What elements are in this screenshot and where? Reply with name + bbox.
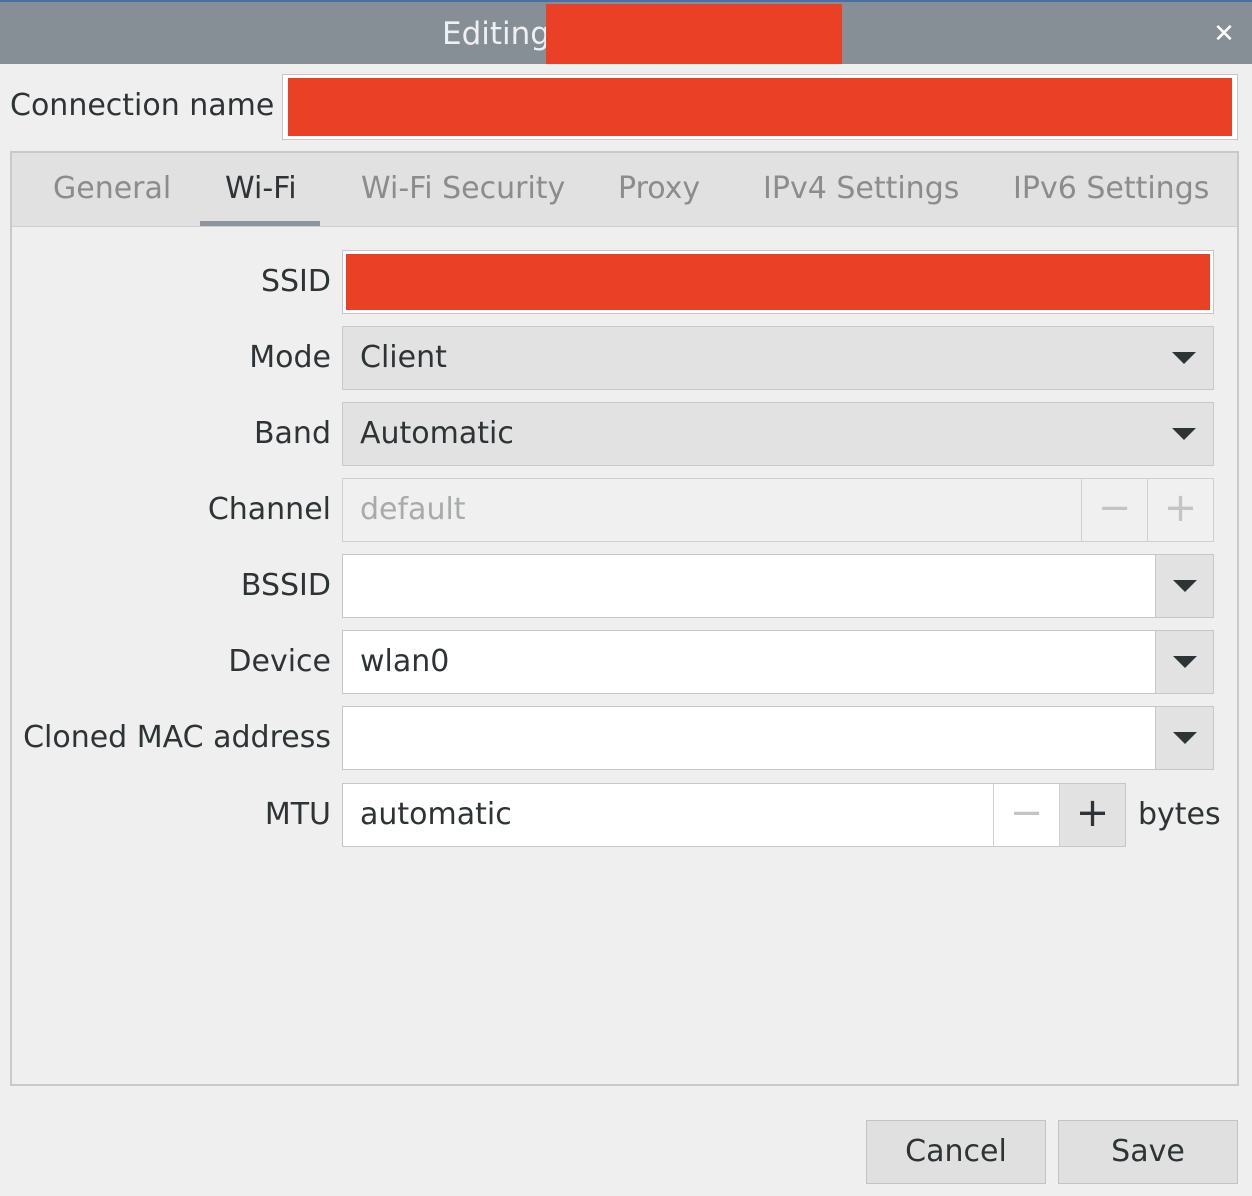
chevron-down-icon: [1173, 580, 1197, 592]
channel-spinner: default − +: [342, 478, 1214, 542]
chevron-down-icon: [1173, 732, 1197, 744]
tab-ipv6-settings[interactable]: IPv6 Settings: [1013, 171, 1209, 206]
mtu-spinner[interactable]: automatic − +: [342, 783, 1126, 847]
save-button[interactable]: Save: [1058, 1120, 1238, 1184]
device-combo-input[interactable]: wlan0: [342, 630, 1214, 694]
bssid-label: BSSID: [240, 568, 331, 603]
bssid-combo-input[interactable]: [342, 554, 1214, 618]
connection-name-label: Connection name: [10, 88, 275, 123]
chevron-down-icon: [1172, 428, 1196, 440]
device-label: Device: [228, 644, 331, 679]
ssid-label: SSID: [260, 264, 331, 299]
redacted-connection-name: [288, 78, 1232, 136]
band-value: Automatic: [360, 416, 514, 451]
tab-general[interactable]: General: [53, 171, 171, 206]
mtu-unit-label: bytes: [1138, 797, 1221, 832]
cloned-mac-combo-input[interactable]: [342, 706, 1214, 770]
mtu-increment-button[interactable]: +: [1059, 784, 1125, 846]
chevron-down-icon: [1173, 656, 1197, 668]
tab-wifi-security[interactable]: Wi-Fi Security: [361, 171, 565, 206]
mode-value: Client: [360, 340, 447, 375]
chevron-down-icon: [1172, 352, 1196, 364]
tab-wifi[interactable]: Wi-Fi: [225, 171, 297, 206]
connection-name-input[interactable]: [282, 74, 1238, 140]
redacted-ssid: [346, 254, 1210, 310]
mode-dropdown[interactable]: Client: [342, 326, 1214, 390]
tab-ipv4-settings[interactable]: IPv4 Settings: [763, 171, 959, 206]
band-label: Band: [253, 416, 331, 451]
mtu-decrement-button[interactable]: −: [993, 784, 1059, 846]
title-bar: Editing ✕: [0, 0, 1252, 64]
tab-bar: General Wi-Fi Wi-Fi Security Proxy IPv4 …: [12, 153, 1237, 227]
device-dropdown-button[interactable]: [1155, 631, 1213, 693]
channel-label: Channel: [207, 492, 331, 527]
mode-label: Mode: [249, 340, 331, 375]
ssid-input[interactable]: [342, 250, 1214, 314]
mtu-value: automatic: [360, 797, 512, 832]
redacted-title-region: [546, 4, 842, 64]
tab-proxy[interactable]: Proxy: [618, 171, 700, 206]
close-icon[interactable]: ✕: [1210, 20, 1238, 48]
cancel-button[interactable]: Cancel: [866, 1120, 1046, 1184]
window-title: Editing: [442, 16, 550, 52]
cloned-mac-dropdown-button[interactable]: [1155, 707, 1213, 769]
cloned-mac-label: Cloned MAC address: [23, 720, 331, 755]
channel-increment-button: +: [1147, 479, 1213, 541]
channel-value: default: [360, 492, 466, 527]
band-dropdown[interactable]: Automatic: [342, 402, 1214, 466]
bssid-dropdown-button[interactable]: [1155, 555, 1213, 617]
mtu-label: MTU: [264, 797, 331, 832]
channel-decrement-button: −: [1081, 479, 1147, 541]
active-tab-indicator: [200, 221, 320, 226]
device-value: wlan0: [360, 644, 450, 679]
